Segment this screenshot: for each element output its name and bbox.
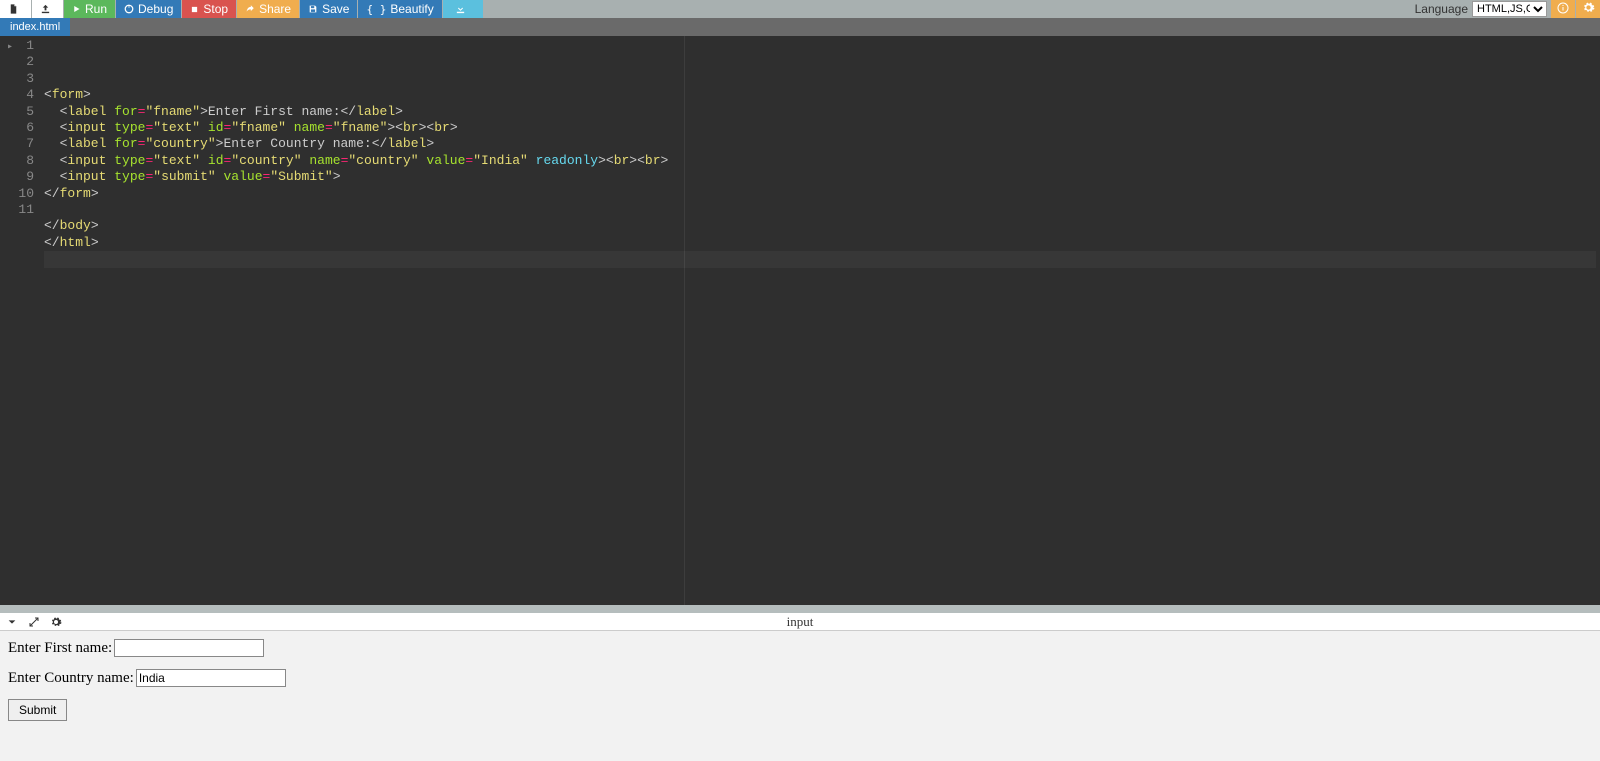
save-button[interactable]: Save [300,0,357,18]
share-icon [245,4,255,14]
submit-button[interactable]: Submit [8,699,67,721]
save-label: Save [322,2,349,16]
braces-icon: { } [366,3,386,16]
gear-icon [1582,1,1595,17]
tab-index-html[interactable]: index.html [0,18,70,36]
beautify-label: Beautify [390,2,433,16]
print-margin-line [684,36,685,605]
editor-code-area[interactable]: <form> <label for="fname">Enter First na… [40,36,1600,605]
fname-input[interactable] [114,639,264,657]
language-select[interactable]: HTML,JS,CSS [1472,1,1547,17]
new-file-button[interactable] [0,0,31,18]
output-settings-button[interactable] [50,616,62,628]
tab-strip: index.html [0,18,1600,36]
tab-label: index.html [10,21,60,33]
download-button[interactable] [443,0,483,18]
share-button[interactable]: Share [237,0,299,18]
info-icon [1557,2,1569,17]
file-icon [8,3,19,15]
stop-label: Stop [203,2,228,16]
info-button[interactable] [1551,0,1575,18]
debug-button[interactable]: Debug [116,0,181,18]
upload-icon [40,3,51,15]
debug-icon [124,4,134,14]
debug-label: Debug [138,2,173,16]
output-title: input [787,614,814,630]
code-editor[interactable]: ▸1234567891011 <form> <label for="fname"… [0,36,1600,605]
save-icon [308,4,318,14]
stop-button[interactable]: Stop [182,0,236,18]
output-header: input [0,613,1600,631]
beautify-button[interactable]: { } Beautify [358,0,441,18]
stop-icon [190,5,199,14]
settings-button[interactable] [1576,0,1600,18]
editor-gutter: ▸1234567891011 [0,36,40,605]
language-label: Language [1415,2,1472,16]
fname-label: Enter First name: [8,640,112,657]
share-label: Share [259,2,291,16]
upload-button[interactable] [32,0,63,18]
country-label: Enter Country name: [8,670,134,687]
collapse-output-button[interactable] [6,617,18,627]
horizontal-splitter[interactable] [0,605,1600,613]
run-button[interactable]: Run [64,0,115,18]
expand-output-button[interactable] [28,616,40,628]
play-icon [72,4,81,14]
run-label: Run [85,2,107,16]
download-icon [455,3,466,15]
country-input[interactable] [136,669,286,687]
output-panel: Enter First name: Enter Country name: Su… [0,631,1600,761]
toolbar: Run Debug Stop Share Save { } Beautify L… [0,0,1600,18]
